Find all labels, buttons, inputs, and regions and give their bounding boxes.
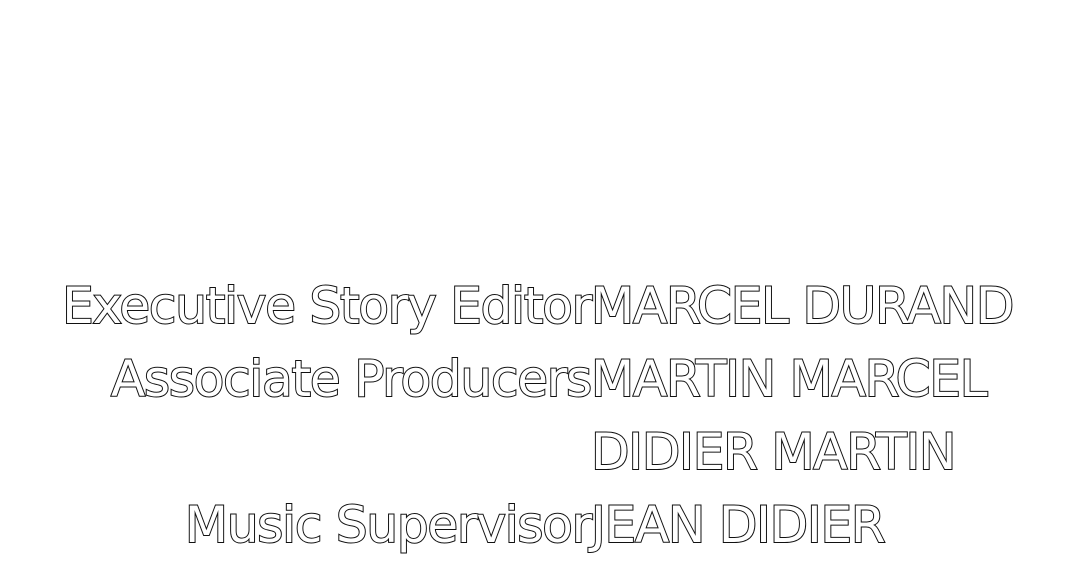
credit-row-associate-producers: Associate Producers MARTIN MARCEL — [0, 343, 1080, 416]
credit-name: JEAN DIDIER — [590, 495, 887, 555]
credit-name: MARTIN MARCEL — [590, 349, 989, 409]
credit-role: Executive Story Editor — [61, 276, 593, 336]
credit-row-executive-story-editor: Executive Story Editor MARCEL DURAND — [0, 270, 1080, 343]
credit-row-music-supervisor: Music Supervisor JEAN DIDIER — [0, 489, 1080, 562]
credits-list: Executive Story Editor MARCEL DURAND Ass… — [0, 270, 1080, 562]
credit-name: MARCEL DURAND — [590, 276, 1015, 336]
credit-name: DIDIER MARTIN — [590, 422, 957, 482]
credit-role: Associate Producers — [110, 349, 593, 409]
credit-role: Music Supervisor — [184, 495, 593, 555]
credit-row-associate-producers-continued: DIDIER MARTIN — [0, 416, 1080, 489]
